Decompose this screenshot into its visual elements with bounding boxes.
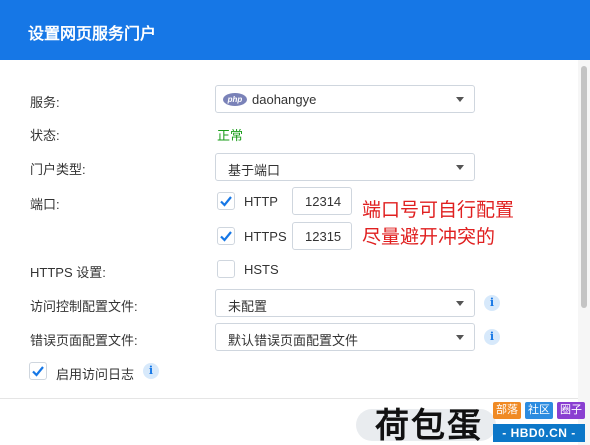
info-icon[interactable]: i [484, 329, 500, 345]
portal-type-value: 基于端口 [228, 163, 281, 178]
chevron-down-icon [456, 165, 464, 170]
info-icon[interactable]: i [484, 295, 500, 311]
checkmark-icon [220, 231, 232, 242]
hsts-checkbox[interactable] [217, 260, 235, 278]
php-icon: php [223, 93, 247, 106]
access-log-checkbox[interactable] [29, 362, 47, 380]
info-icon[interactable]: i [143, 363, 159, 379]
watermark-tag: 社区 [525, 402, 553, 419]
chevron-down-icon [456, 301, 464, 306]
checkmark-icon [32, 366, 44, 377]
watermark-url: - HBD0.CN - [493, 424, 585, 442]
https-label: HTTPS [244, 229, 287, 244]
scrollbar-thumb[interactable] [581, 66, 587, 308]
access-log-label: 启用访问日志 [56, 367, 135, 382]
status-label: 状态: [30, 128, 60, 143]
dialog-title: 设置网页服务门户 [28, 26, 157, 43]
footer-divider [0, 398, 578, 399]
http-port-input[interactable]: 12314 [292, 187, 352, 215]
http-checkbox[interactable] [217, 192, 235, 210]
watermark-logo: 荷包蛋 [375, 406, 483, 445]
access-control-label: 访问控制配置文件: [30, 299, 138, 314]
https-port-input[interactable]: 12315 [292, 222, 352, 250]
status-value: 正常 [217, 128, 244, 143]
hsts-label: HSTS [244, 262, 279, 277]
watermark-tag: 部落 [493, 402, 521, 419]
portal-type-select[interactable]: 基于端口 [215, 153, 475, 181]
access-control-select[interactable]: 未配置 [215, 289, 475, 317]
https-port-value: 12315 [305, 229, 342, 244]
https-settings-label: HTTPS 设置: [30, 265, 106, 280]
https-checkbox[interactable] [217, 227, 235, 245]
annotation-line-1: 端口号可自行配置 [362, 200, 515, 221]
chevron-down-icon [456, 335, 464, 340]
service-value: daohangye [252, 92, 317, 107]
annotation-line-2: 尽量避开冲突的 [362, 227, 496, 248]
error-page-value: 默认错误页面配置文件 [228, 333, 359, 348]
portal-type-label: 门户类型: [30, 162, 86, 177]
http-port-value: 12314 [305, 194, 342, 209]
chevron-down-icon [456, 97, 464, 102]
service-label: 服务: [30, 95, 60, 110]
checkmark-icon [220, 196, 232, 207]
http-label: HTTP [244, 194, 278, 209]
port-label: 端口: [30, 197, 60, 212]
watermark-tag: 圈子 [557, 402, 585, 419]
error-page-label: 错误页面配置文件: [30, 333, 138, 348]
access-control-value: 未配置 [228, 299, 268, 314]
dialog-header: 设置网页服务门户 [0, 0, 590, 60]
error-page-select[interactable]: 默认错误页面配置文件 [215, 323, 475, 351]
service-select[interactable]: php daohangye [215, 85, 475, 113]
